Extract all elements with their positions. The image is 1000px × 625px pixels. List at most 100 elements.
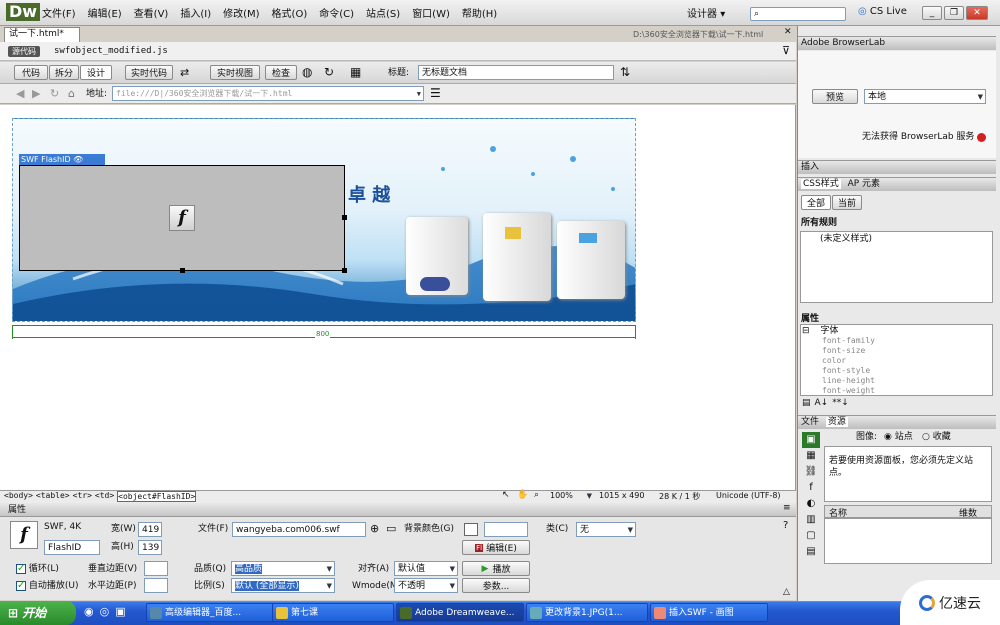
hand-tool-icon[interactable]: ✋ [517,490,528,500]
all-button[interactable]: 全部 [801,195,831,210]
zoom-tool-icon[interactable]: ⌕ [534,490,539,500]
menu-edit[interactable]: 编辑(E) [88,5,122,20]
urls-icon[interactable]: ⛓ [802,464,820,480]
menu-site[interactable]: 站点(S) [366,5,400,20]
bg-color-swatch[interactable] [464,523,478,536]
ie-icon[interactable]: ◎ [100,605,110,618]
width-input[interactable]: 419 [138,522,162,537]
restore-button[interactable]: ❐ [944,6,964,20]
doc-tab[interactable]: 试一下.html* [4,27,80,42]
current-button[interactable]: 当前 [832,195,862,210]
undefined-style[interactable]: (未定义样式) [820,232,872,246]
check-browser-icon[interactable]: ⇄ [180,66,189,79]
minimize-button[interactable]: _ [922,6,942,20]
view-options-icon[interactable]: ▦ [350,65,361,79]
task-paint[interactable]: 插入SWF - 画图 [650,603,768,622]
font-prop[interactable]: font-family [822,336,875,346]
height-input[interactable]: 139 [138,540,162,555]
related-file[interactable]: swfobject_modified.js [54,46,168,56]
tag-table[interactable]: <table> [36,491,70,502]
refresh-icon[interactable]: ↻ [324,65,334,79]
edit-button[interactable]: Fl 编辑(E) [462,540,530,555]
design-view-button[interactable]: 设计 [80,65,112,80]
font-prop[interactable]: font-style [822,366,875,376]
live-code-button[interactable]: 实时代码 [125,65,173,80]
shockwave-icon[interactable]: ◐ [802,496,820,512]
file-input[interactable]: wangyeba.com006.swf [232,522,366,537]
flash-assets-icon[interactable]: f [802,480,820,496]
home-icon[interactable]: ⌂ [68,87,75,100]
css-tab[interactable]: CSS样式 [801,179,841,189]
folder-icon[interactable]: ▣ [115,605,125,618]
font-prop[interactable]: font-size [822,346,875,356]
vspace-input[interactable] [144,561,168,576]
menu-help[interactable]: 帮助(H) [462,5,497,20]
movies-icon[interactable]: ▥ [802,512,820,528]
templates-icon[interactable]: ▤ [802,544,820,560]
collapse-icon[interactable]: △ [783,587,790,597]
quality-select[interactable]: 高品质 [231,561,335,576]
reload-icon[interactable]: ↻ [50,87,59,100]
forward-icon[interactable]: ▶ [32,87,40,100]
swf-tag[interactable]: SWF FlashID 👁 [19,154,105,165]
files-tab[interactable]: 文件 [801,417,819,427]
scripts-icon[interactable]: ▢ [802,528,820,544]
loop-checkbox[interactable]: 循环(L) [16,562,59,576]
task-dreamweaver[interactable]: Adobe Dreamweave... [396,603,524,622]
local-select[interactable]: 本地 [864,89,986,104]
address-input[interactable]: file:///D|/360安全浏览器下载/试一下.html [112,86,424,101]
ap-tab[interactable]: AP 元素 [848,179,880,189]
point-to-file-icon[interactable]: ⊕ [370,522,379,535]
split-view-button[interactable]: 拆分 [49,65,79,80]
menu-view[interactable]: 查看(V) [134,5,169,20]
workspace-switcher[interactable]: 设计器 ▾ [687,5,725,20]
font-prop[interactable]: line-height [822,376,875,386]
set-props-icon[interactable]: **↓ [832,398,849,412]
params-button[interactable]: 参数... [462,578,530,593]
favorites-radio[interactable]: ○ 收藏 [922,430,951,444]
assets-tab[interactable]: 资源 [825,417,848,427]
props-menu-icon[interactable]: ≡ [783,503,791,513]
file-management-icon[interactable]: ⇅ [620,65,630,79]
task-image-viewer[interactable]: 更改背景1.JPG(1... [526,603,648,622]
code-view-button[interactable]: 代码 [14,65,48,80]
back-icon[interactable]: ◀ [16,87,24,100]
tag-body[interactable]: <body> [4,491,33,502]
doc-close-icon[interactable]: ✕ [784,27,792,37]
resize-handle-bottom[interactable] [180,268,185,273]
bg-color-input[interactable] [484,522,528,537]
tag-tr[interactable]: <tr> [73,491,92,502]
autoplay-checkbox[interactable]: 自动播放(U) [16,579,79,593]
globe-icon[interactable]: ◍ [302,65,312,79]
browse-folder-icon[interactable]: ▭ [386,522,396,535]
cs-live[interactable]: ◎ CS Live [858,6,907,17]
menu-window[interactable]: 窗口(W) [412,5,450,20]
search-input[interactable]: ⌕ [750,7,846,21]
menu-file[interactable]: 文件(F) [42,5,76,20]
menu-modify[interactable]: 修改(M) [223,5,259,20]
zoom-select[interactable]: 100% [550,491,594,502]
font-prop[interactable]: font-weight [822,386,875,396]
wmode-select[interactable]: 不透明 [394,578,458,593]
close-button[interactable]: ✕ [966,6,988,20]
address-options-icon[interactable]: ☰ [430,86,441,100]
swf-name-input[interactable]: FlashID [44,540,100,555]
window-size[interactable]: 1015 x 490 [599,491,644,500]
font-prop[interactable]: color [822,356,875,366]
menu-insert[interactable]: 插入(I) [180,5,211,20]
align-select[interactable]: 默认值 [394,561,458,576]
source-code-button[interactable]: 源代码 [8,46,40,57]
resize-handle-right[interactable] [342,215,347,220]
tag-object[interactable]: <object#FlashID> [117,491,197,502]
class-select[interactable]: 无 [576,522,636,537]
menu-commands[interactable]: 命令(C) [319,5,354,20]
images-icon[interactable]: ▣ [802,432,820,448]
select-tool-icon[interactable]: ↖ [502,490,510,500]
table-width-ruler[interactable]: 800 [12,325,636,339]
inspect-button[interactable]: 检查 [265,65,297,80]
live-view-button[interactable]: 实时视图 [210,65,260,80]
start-button[interactable]: ⊞ 开始 [0,601,76,625]
resize-handle-corner[interactable] [342,268,347,273]
title-input[interactable]: 无标题文档 [418,65,614,80]
filter-icon[interactable]: ⊽ [782,44,790,57]
